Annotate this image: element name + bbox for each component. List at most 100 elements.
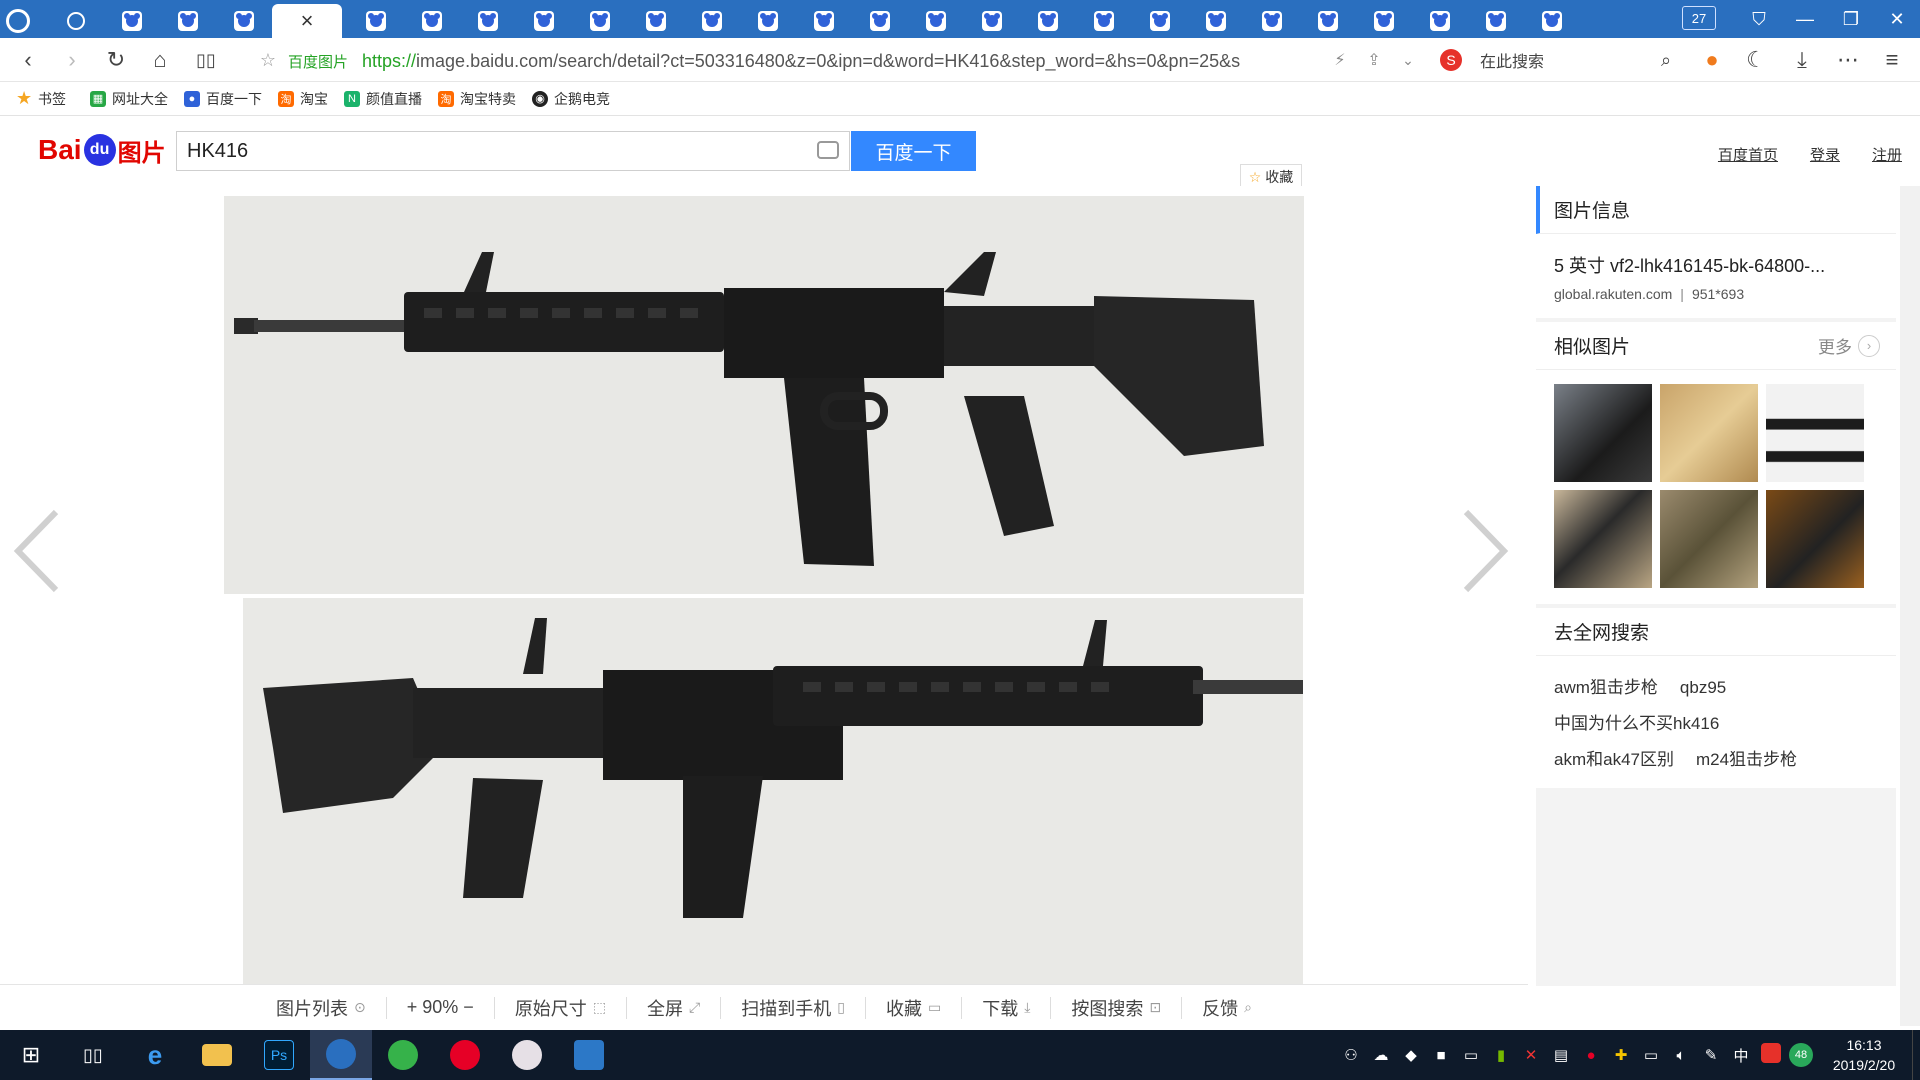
keyword-link[interactable]: qbz95 xyxy=(1680,678,1726,697)
baidu-logo[interactable]: Bai du 图片 xyxy=(38,130,166,170)
netease-music-icon[interactable] xyxy=(434,1030,496,1080)
tab-baidu[interactable] xyxy=(1020,4,1076,38)
tab-baidu[interactable] xyxy=(852,4,908,38)
vs-icon[interactable] xyxy=(558,1030,620,1080)
browser-logo-icon[interactable] xyxy=(0,4,36,38)
collect-button[interactable]: 收藏 ▭ xyxy=(864,996,961,1019)
tab-baidu[interactable] xyxy=(796,4,852,38)
keyword-link[interactable]: akm和ak47区别 xyxy=(1554,750,1674,769)
folder-icon[interactable] xyxy=(186,1030,248,1080)
tab-baidu[interactable] xyxy=(516,4,572,38)
bookmark-item[interactable]: N 颜值直播 xyxy=(344,89,422,109)
cloud-icon[interactable]: ☁ xyxy=(1366,1046,1396,1064)
netease-tray-icon[interactable]: ● xyxy=(1576,1047,1606,1064)
tab-active[interactable]: × xyxy=(272,4,342,38)
sogou-icon[interactable]: S xyxy=(1440,49,1462,71)
back-icon[interactable]: ‹ xyxy=(14,46,42,74)
bookmark-item[interactable]: 淘 淘宝 xyxy=(278,89,328,109)
tab-baidu[interactable] xyxy=(964,4,1020,38)
keyword-link[interactable]: 中国为什么不买hk416 xyxy=(1554,714,1719,733)
search-button[interactable]: 百度一下 xyxy=(851,131,976,171)
prev-arrow-icon[interactable] xyxy=(10,506,64,596)
tab-baidu[interactable] xyxy=(404,4,460,38)
scan-to-phone-button[interactable]: 扫描到手机 ▯ xyxy=(720,996,865,1019)
nvidia-icon[interactable]: ▮ xyxy=(1486,1046,1516,1064)
download-button[interactable]: 下载 ⤓ xyxy=(961,996,1050,1019)
lightning-icon[interactable]: ⚡ xyxy=(1326,46,1354,74)
bookmark-item[interactable]: ★ 书签 xyxy=(16,88,66,109)
main-image-bottom[interactable] xyxy=(243,598,1303,984)
main-image-top[interactable] xyxy=(224,196,1304,594)
tab-baidu[interactable] xyxy=(1524,4,1580,38)
close-button[interactable]: ✕ xyxy=(1874,9,1920,30)
reader-icon[interactable]: ▯▯ xyxy=(192,46,220,74)
star-icon[interactable]: ☆ xyxy=(254,46,282,74)
fullscreen-button[interactable]: 全屏 ⤢ xyxy=(626,996,720,1019)
link-login[interactable]: 登录 xyxy=(1810,144,1840,165)
tray-app-icon[interactable]: ■ xyxy=(1426,1047,1456,1064)
bookmark-item[interactable]: ◉ 企鹅电竞 xyxy=(532,89,610,109)
tab-baidu[interactable] xyxy=(216,4,272,38)
tab-baidu[interactable] xyxy=(104,4,160,38)
tab-baidu[interactable] xyxy=(1188,4,1244,38)
people-icon[interactable]: ⚇ xyxy=(1336,1046,1366,1064)
share-icon[interactable]: ⇪ xyxy=(1360,46,1388,74)
image-list-button[interactable]: 图片列表 ⊙ xyxy=(256,997,386,1019)
thumbnail[interactable] xyxy=(1554,490,1652,588)
next-arrow-icon[interactable] xyxy=(1458,506,1512,596)
tab-baidu[interactable] xyxy=(460,4,516,38)
tab-close-icon[interactable]: × xyxy=(301,8,314,34)
restore-button[interactable]: ❐ xyxy=(1828,9,1874,30)
clock[interactable]: 16:13 2019/2/20 xyxy=(1816,1035,1912,1075)
tab-baidu[interactable] xyxy=(160,4,216,38)
sogou-tray-icon[interactable] xyxy=(1756,1043,1786,1067)
tray-app-icon[interactable]: ✚ xyxy=(1606,1046,1636,1064)
thumbnail[interactable] xyxy=(1554,384,1652,482)
thumbnail[interactable] xyxy=(1660,490,1758,588)
url-field[interactable]: 百度图片 https:// image.baidu.com/search/det… xyxy=(288,47,1468,75)
tab-baidu[interactable] xyxy=(572,4,628,38)
refresh-icon[interactable]: ↻ xyxy=(102,46,130,74)
display-icon[interactable]: ▭ xyxy=(1456,1046,1486,1064)
image-source-link[interactable]: global.rakuten.com xyxy=(1554,286,1672,302)
tab-baidu[interactable] xyxy=(908,4,964,38)
tab-baidu[interactable] xyxy=(1468,4,1524,38)
bookmark-item[interactable]: 淘 淘宝特卖 xyxy=(438,89,516,109)
download-icon[interactable]: ⤓ xyxy=(1788,46,1816,74)
forward-icon[interactable]: › xyxy=(58,46,86,74)
game-icon[interactable] xyxy=(496,1030,558,1080)
battery-icon[interactable]: ▭ xyxy=(1636,1046,1666,1064)
tab-baidu[interactable] xyxy=(1356,4,1412,38)
gamepad-icon[interactable]: ● xyxy=(1698,46,1726,74)
link-baidu-home[interactable]: 百度首页 xyxy=(1718,144,1778,165)
volume-icon[interactable]: 🔈︎ xyxy=(1666,1047,1696,1064)
camera-icon[interactable] xyxy=(817,141,839,159)
feedback-button[interactable]: 反馈 ⌕ xyxy=(1181,996,1272,1019)
more-icon[interactable]: ⋯ xyxy=(1834,46,1862,74)
tab-baidu[interactable] xyxy=(348,4,404,38)
menu-icon[interactable]: ≡ xyxy=(1878,46,1906,74)
tray-app-icon[interactable]: ▤ xyxy=(1546,1046,1576,1064)
360-icon[interactable] xyxy=(372,1030,434,1080)
bookmark-item[interactable]: ▦ 网址大全 xyxy=(90,89,168,109)
moon-icon[interactable]: ☾ xyxy=(1742,46,1770,74)
thumbnail[interactable] xyxy=(1766,490,1864,588)
search-icon[interactable]: ⌕ xyxy=(1652,46,1680,74)
tab-baidu[interactable] xyxy=(1076,4,1132,38)
notification-badge[interactable]: 48 xyxy=(1786,1043,1816,1067)
tab-baidu[interactable] xyxy=(1244,4,1300,38)
keyword-link[interactable]: m24狙击步枪 xyxy=(1696,750,1797,769)
thumbnail[interactable] xyxy=(1766,384,1864,482)
thumbnail[interactable] xyxy=(1660,384,1758,482)
pen-icon[interactable]: ✎ xyxy=(1696,1046,1726,1064)
search-by-image-button[interactable]: 按图搜索 ⊡ xyxy=(1050,996,1181,1019)
tab-baidu[interactable] xyxy=(1132,4,1188,38)
original-size-button[interactable]: 原始尺寸 ⬚ xyxy=(493,996,626,1019)
tab-baidu[interactable] xyxy=(628,4,684,38)
tray-app-icon[interactable]: ✕ xyxy=(1516,1046,1546,1064)
bookmark-item[interactable]: ● 百度一下 xyxy=(184,89,262,109)
search-input[interactable]: HK416 xyxy=(176,131,850,171)
tab-baidu[interactable] xyxy=(1300,4,1356,38)
keyword-link[interactable]: awm狙击步枪 xyxy=(1554,678,1658,697)
link-register[interactable]: 注册 xyxy=(1872,144,1902,165)
